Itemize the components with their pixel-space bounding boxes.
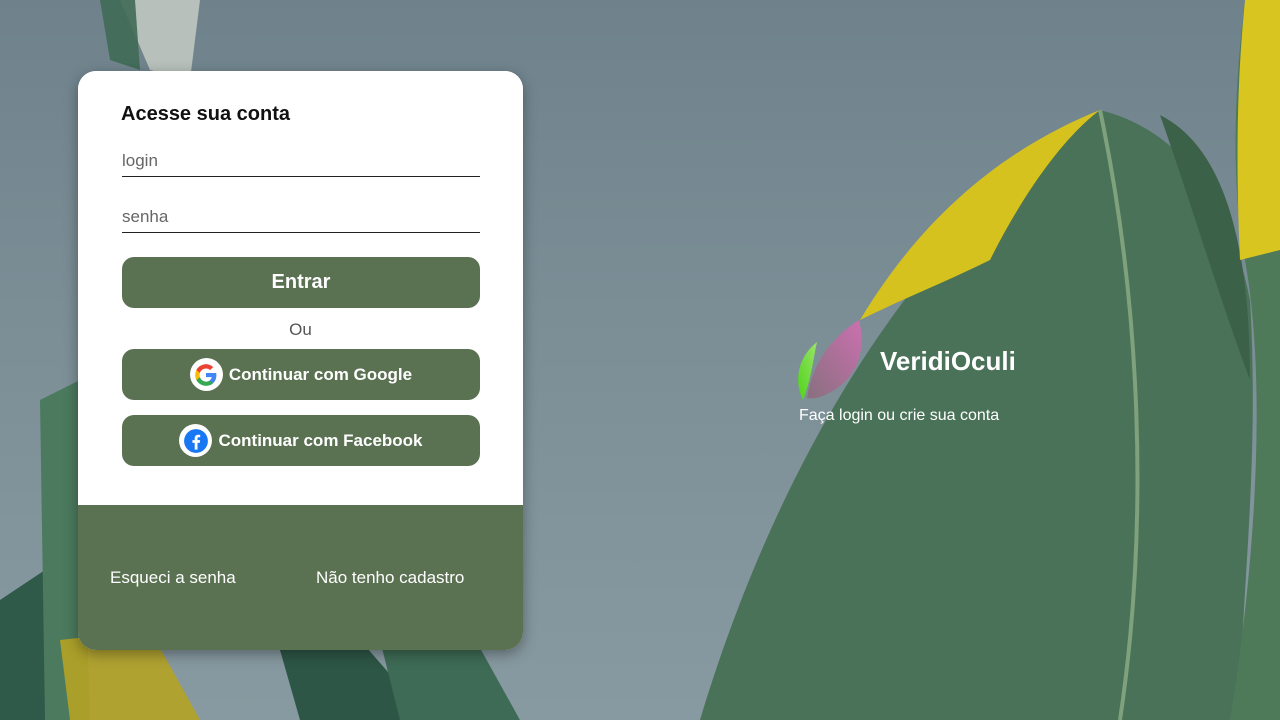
facebook-login-button[interactable]: Continuar com Facebook [122,415,480,466]
submit-button[interactable]: Entrar [122,257,480,308]
login-input[interactable] [122,146,480,177]
separator-text: Ou [289,320,312,339]
register-link[interactable]: Não tenho cadastro [316,568,464,588]
facebook-icon [179,424,213,457]
brand-name: VeridiOculi [880,346,1016,376]
login-form: Acesse sua conta Entrar Ou Continuar com… [78,71,523,505]
brand-subtitle: Faça login ou crie sua conta [799,407,1000,424]
brand-block: VeridiOculi Faça login ou crie sua conta [797,320,1057,440]
google-icon [189,358,223,391]
google-login-label: Continuar com Google [228,364,413,384]
password-input[interactable] [122,202,480,233]
google-login-button[interactable]: Continuar com Google [122,349,480,400]
leaf-logo-icon [798,320,862,400]
card-footer: Esqueci a senha Não tenho cadastro [78,505,523,650]
login-card: Acesse sua conta Entrar Ou Continuar com… [78,71,523,650]
facebook-login-label: Continuar com Facebook [218,430,423,450]
login-title: Acesse sua conta [121,103,290,125]
submit-button-label: Entrar [271,271,331,293]
forgot-password-link[interactable]: Esqueci a senha [110,568,236,588]
